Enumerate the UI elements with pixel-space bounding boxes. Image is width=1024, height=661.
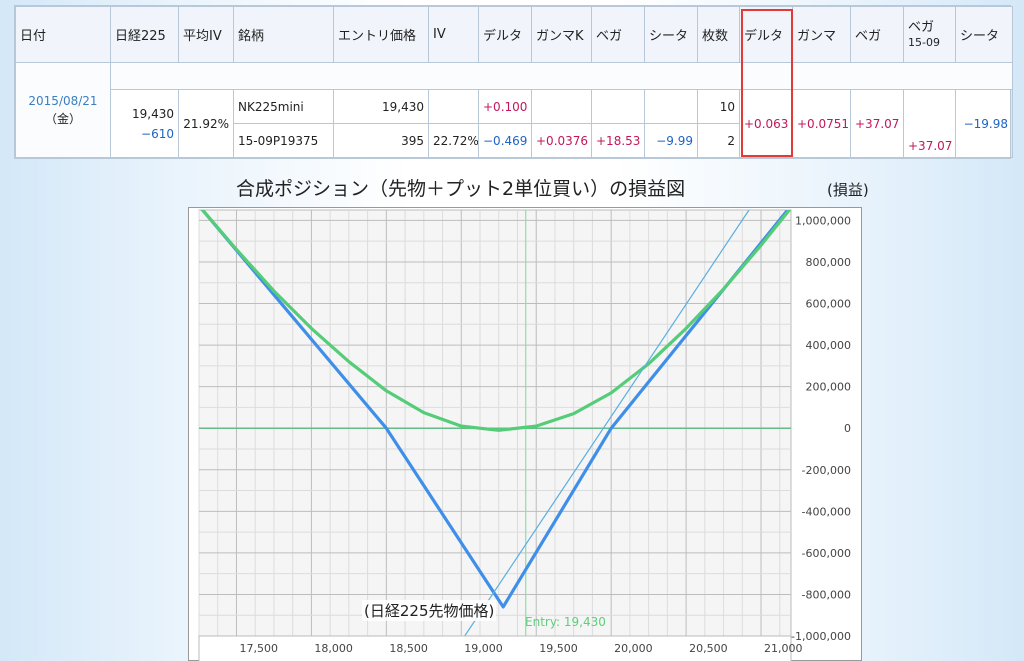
trade-date[interactable]: 2015/08/21 <box>28 94 97 108</box>
total-gamma-value: +0.0751 <box>792 89 851 158</box>
x-tick-label: 19,500 <box>539 642 578 655</box>
iv-value: 22.72% <box>428 123 479 158</box>
greeks-table: 日付 日経225 平均IV 銘柄 エントリ価格 IV デルタ ガンマK ベガ シ… <box>15 6 1013 158</box>
y-unit-label: (損益) <box>827 181 869 199</box>
col-nikkei[interactable]: 日経225 <box>110 6 179 63</box>
col-total-vega-1509[interactable]: ベガ 15-09 <box>903 6 956 63</box>
col-vega[interactable]: ベガ <box>591 6 645 63</box>
spacer-cell <box>110 62 1013 90</box>
col-total-delta[interactable]: デルタ <box>739 6 793 63</box>
col-avg-iv[interactable]: 平均IV <box>178 6 234 63</box>
entry-label: Entry: 19,430 <box>525 615 606 629</box>
y-tick-label: 600,000 <box>806 298 852 311</box>
total-delta-value: +0.063 <box>739 89 793 158</box>
y-tick-label: 800,000 <box>806 256 852 269</box>
col-entry-price[interactable]: エントリ価格 <box>333 6 429 63</box>
entry-price: 19,430 <box>333 89 429 124</box>
col-gamma-k[interactable]: ガンマK <box>531 6 592 63</box>
col-total-gamma[interactable]: ガンマ <box>792 6 851 63</box>
total-theta-value: −19.98 <box>955 89 1013 158</box>
col-quantity[interactable]: 枚数 <box>697 6 740 63</box>
total-vega-1509-value: +37.07 <box>903 89 956 158</box>
delta-value: −0.469 <box>478 123 532 158</box>
quantity-value: 2 <box>697 123 740 158</box>
vega-value <box>591 89 645 124</box>
nikkei-change: −610 <box>141 126 174 141</box>
greeks-table-panel: 日付 日経225 平均IV 銘柄 エントリ価格 IV デルタ ガンマK ベガ シ… <box>14 5 1013 159</box>
y-tick-label: -800,000 <box>802 588 851 601</box>
table-row: 19,430 −610 21.92% NK225mini 19,430 +0.1… <box>16 89 1013 158</box>
x-tick-label: 17,500 <box>239 642 278 655</box>
delta-value: +0.100 <box>478 89 532 124</box>
col-iv[interactable]: IV <box>428 6 479 63</box>
gamma-k-value <box>531 89 592 124</box>
col-total-theta[interactable]: シータ <box>955 6 1013 63</box>
y-tick-label: 400,000 <box>806 339 852 352</box>
y-tick-label: 200,000 <box>806 381 852 394</box>
total-vega-value: +37.07 <box>850 89 904 158</box>
nikkei-price: 19,430 <box>132 106 174 121</box>
y-tick-label: -600,000 <box>802 547 851 560</box>
col-theta[interactable]: シータ <box>644 6 698 63</box>
y-tick-label: 1,000,000 <box>795 214 851 227</box>
col-total-vega-1509-sub: 15-09 <box>908 35 940 49</box>
gamma-k-value: +0.0376 <box>531 123 592 158</box>
entry-price: 395 <box>333 123 429 158</box>
payoff-chart-svg: 1,000,000 800,000 600,000 400,000 200,000 0 -2… <box>198 209 852 661</box>
quantity-value: 10 <box>697 89 740 124</box>
plot-background <box>198 209 792 637</box>
x-tick-label: 20,500 <box>689 642 728 655</box>
x-tick-label: 19,000 <box>464 642 503 655</box>
payoff-chart: 1,000,000 800,000 600,000 400,000 200,000 0 -2… <box>188 207 862 661</box>
spacer-row: 2015/08/21 （金） <box>15 62 1013 158</box>
col-instrument[interactable]: 銘柄 <box>233 6 334 63</box>
x-axis-label: (日経225先物価格) <box>362 600 497 621</box>
col-date[interactable]: 日付 <box>15 6 111 63</box>
y-tick-label: -200,000 <box>802 464 851 477</box>
x-tick-label: 18,500 <box>389 642 428 655</box>
instrument-name: 15-09P19375 <box>233 123 334 158</box>
chart-title: 合成ポジション（先物＋プット2単位買い）の損益図 <box>236 178 686 200</box>
header-row: 日付 日経225 平均IV 銘柄 エントリ価格 IV デルタ ガンマK ベガ シ… <box>15 6 1013 63</box>
y-tick-label: 0 <box>844 422 851 435</box>
x-tick-label: 18,000 <box>314 642 353 655</box>
x-tick-label: 20,000 <box>614 642 653 655</box>
date-cell: 2015/08/21 （金） <box>15 62 111 158</box>
avg-iv-cell: 21.92% <box>178 89 234 158</box>
theta-value: −9.99 <box>644 123 698 158</box>
col-total-vega[interactable]: ベガ <box>850 6 904 63</box>
x-tick-label: 21,000 <box>764 642 803 655</box>
instrument-name: NK225mini <box>233 89 334 124</box>
vega-value: +18.53 <box>591 123 645 158</box>
nikkei-cell: 19,430 −610 <box>110 89 179 158</box>
col-delta[interactable]: デルタ <box>478 6 532 63</box>
day-of-week: （金） <box>44 112 81 126</box>
y-tick-label: -400,000 <box>802 505 851 518</box>
theta-value <box>644 89 698 124</box>
col-total-vega-1509-label: ベガ <box>908 19 935 35</box>
iv-value <box>428 89 479 124</box>
